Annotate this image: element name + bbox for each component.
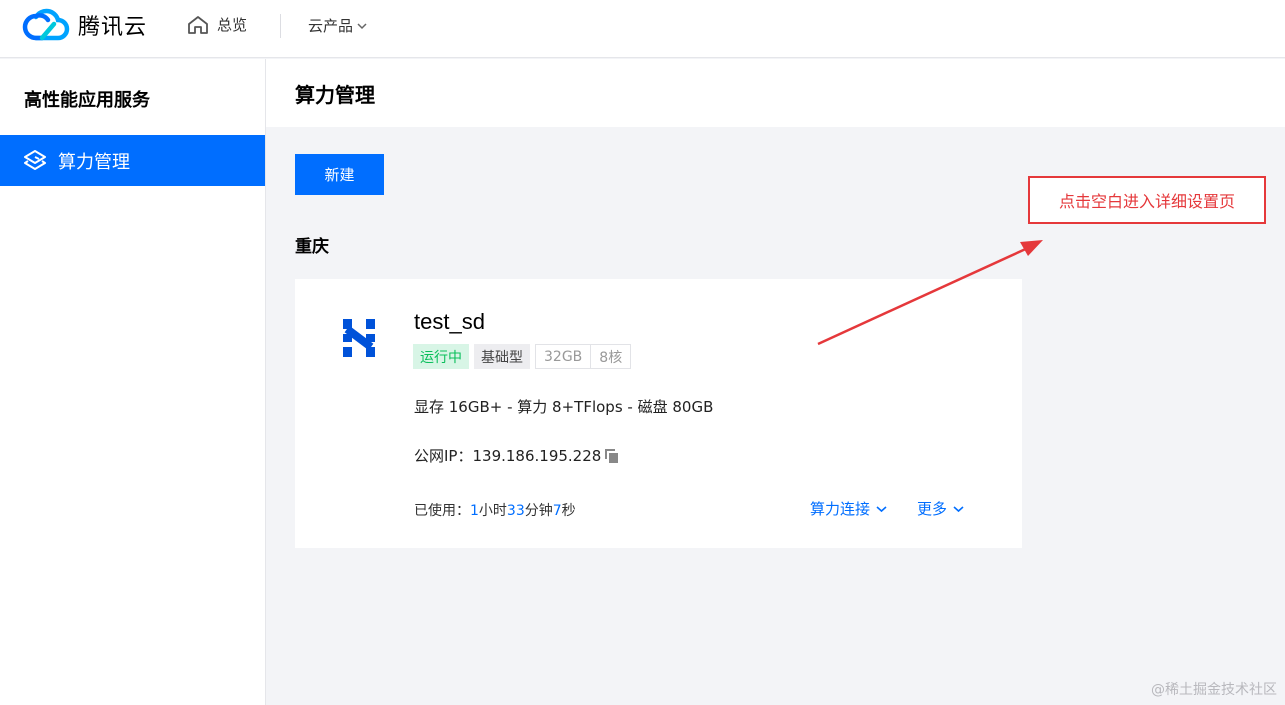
sidebar: 高性能应用服务 算力管理 <box>0 59 266 705</box>
more-label: 更多 <box>917 500 948 518</box>
spec-summary: 显存 16GB+ - 算力 8+TFlops - 磁盘 80GB <box>414 398 714 416</box>
nav-overview[interactable]: 总览 <box>187 14 247 35</box>
public-ip-row: 公网IP： 139.186.195.228 <box>414 445 620 466</box>
public-ip-label: 公网IP： <box>414 447 473 465</box>
brand-logo[interactable]: 腾讯云 <box>22 8 147 42</box>
public-ip-value: 139.186.195.228 <box>472 446 602 465</box>
sidebar-item-compute-management[interactable]: 算力管理 <box>0 135 265 186</box>
stable-diffusion-logo-icon <box>343 319 375 357</box>
new-button[interactable]: 新建 <box>295 154 384 195</box>
status-badge: 运行中 <box>413 344 469 369</box>
home-icon <box>188 15 208 34</box>
instance-tags: 运行中 基础型 32GB 8核 <box>413 344 632 369</box>
type-badge: 基础型 <box>474 344 530 369</box>
uptime-seconds: 7 <box>552 503 562 519</box>
nav-overview-label: 总览 <box>217 16 248 34</box>
memory-value: 32GB <box>544 348 583 365</box>
brand-name: 腾讯云 <box>78 15 148 40</box>
uptime-minutes-unit: 分钟 <box>524 503 553 519</box>
compute-connect-dropdown[interactable]: 算力连接 <box>810 498 887 519</box>
chevron-down-icon <box>357 22 367 29</box>
cores-value: 8核 <box>590 345 630 368</box>
chevron-down-icon <box>953 505 964 512</box>
uptime-label: 已使用： <box>414 503 470 519</box>
cloud-logo-icon <box>22 8 70 41</box>
region-title: 重庆 <box>295 237 329 257</box>
card-actions: 算力连接 更多 <box>810 498 994 519</box>
nav-divider <box>280 14 281 38</box>
spec-badge: 32GB 8核 <box>535 344 632 369</box>
watermark: @稀土掘金技术社区 <box>1151 682 1277 698</box>
nav-cloud-products-label: 云产品 <box>308 17 354 35</box>
instance-name: test_sd <box>414 309 485 334</box>
uptime-seconds-unit: 秒 <box>561 503 576 519</box>
page-title: 算力管理 <box>295 83 375 107</box>
sidebar-item-label: 算力管理 <box>58 151 130 173</box>
uptime-hours-unit: 小时 <box>478 503 507 519</box>
nav-cloud-products[interactable]: 云产品 <box>308 15 367 36</box>
annotation-callout: 点击空白进入详细设置页 <box>1028 176 1266 224</box>
compute-connect-label: 算力连接 <box>810 500 871 518</box>
chevron-down-icon <box>876 505 887 512</box>
instance-card[interactable]: test_sd 运行中 基础型 32GB 8核 显存 16GB+ - 算力 8+… <box>295 279 1022 548</box>
uptime-minutes: 33 <box>506 503 525 519</box>
more-dropdown[interactable]: 更多 <box>917 498 964 519</box>
uptime-row: 已使用：1小时33分钟7秒 <box>414 500 576 520</box>
copy-icon[interactable] <box>604 448 620 464</box>
page-header: 算力管理 <box>266 59 1285 127</box>
sidebar-title: 高性能应用服务 <box>24 90 150 111</box>
compute-icon <box>24 149 46 170</box>
top-navigation-bar: 腾讯云 总览 云产品 <box>0 0 1285 58</box>
uptime-hours: 1 <box>470 503 479 519</box>
